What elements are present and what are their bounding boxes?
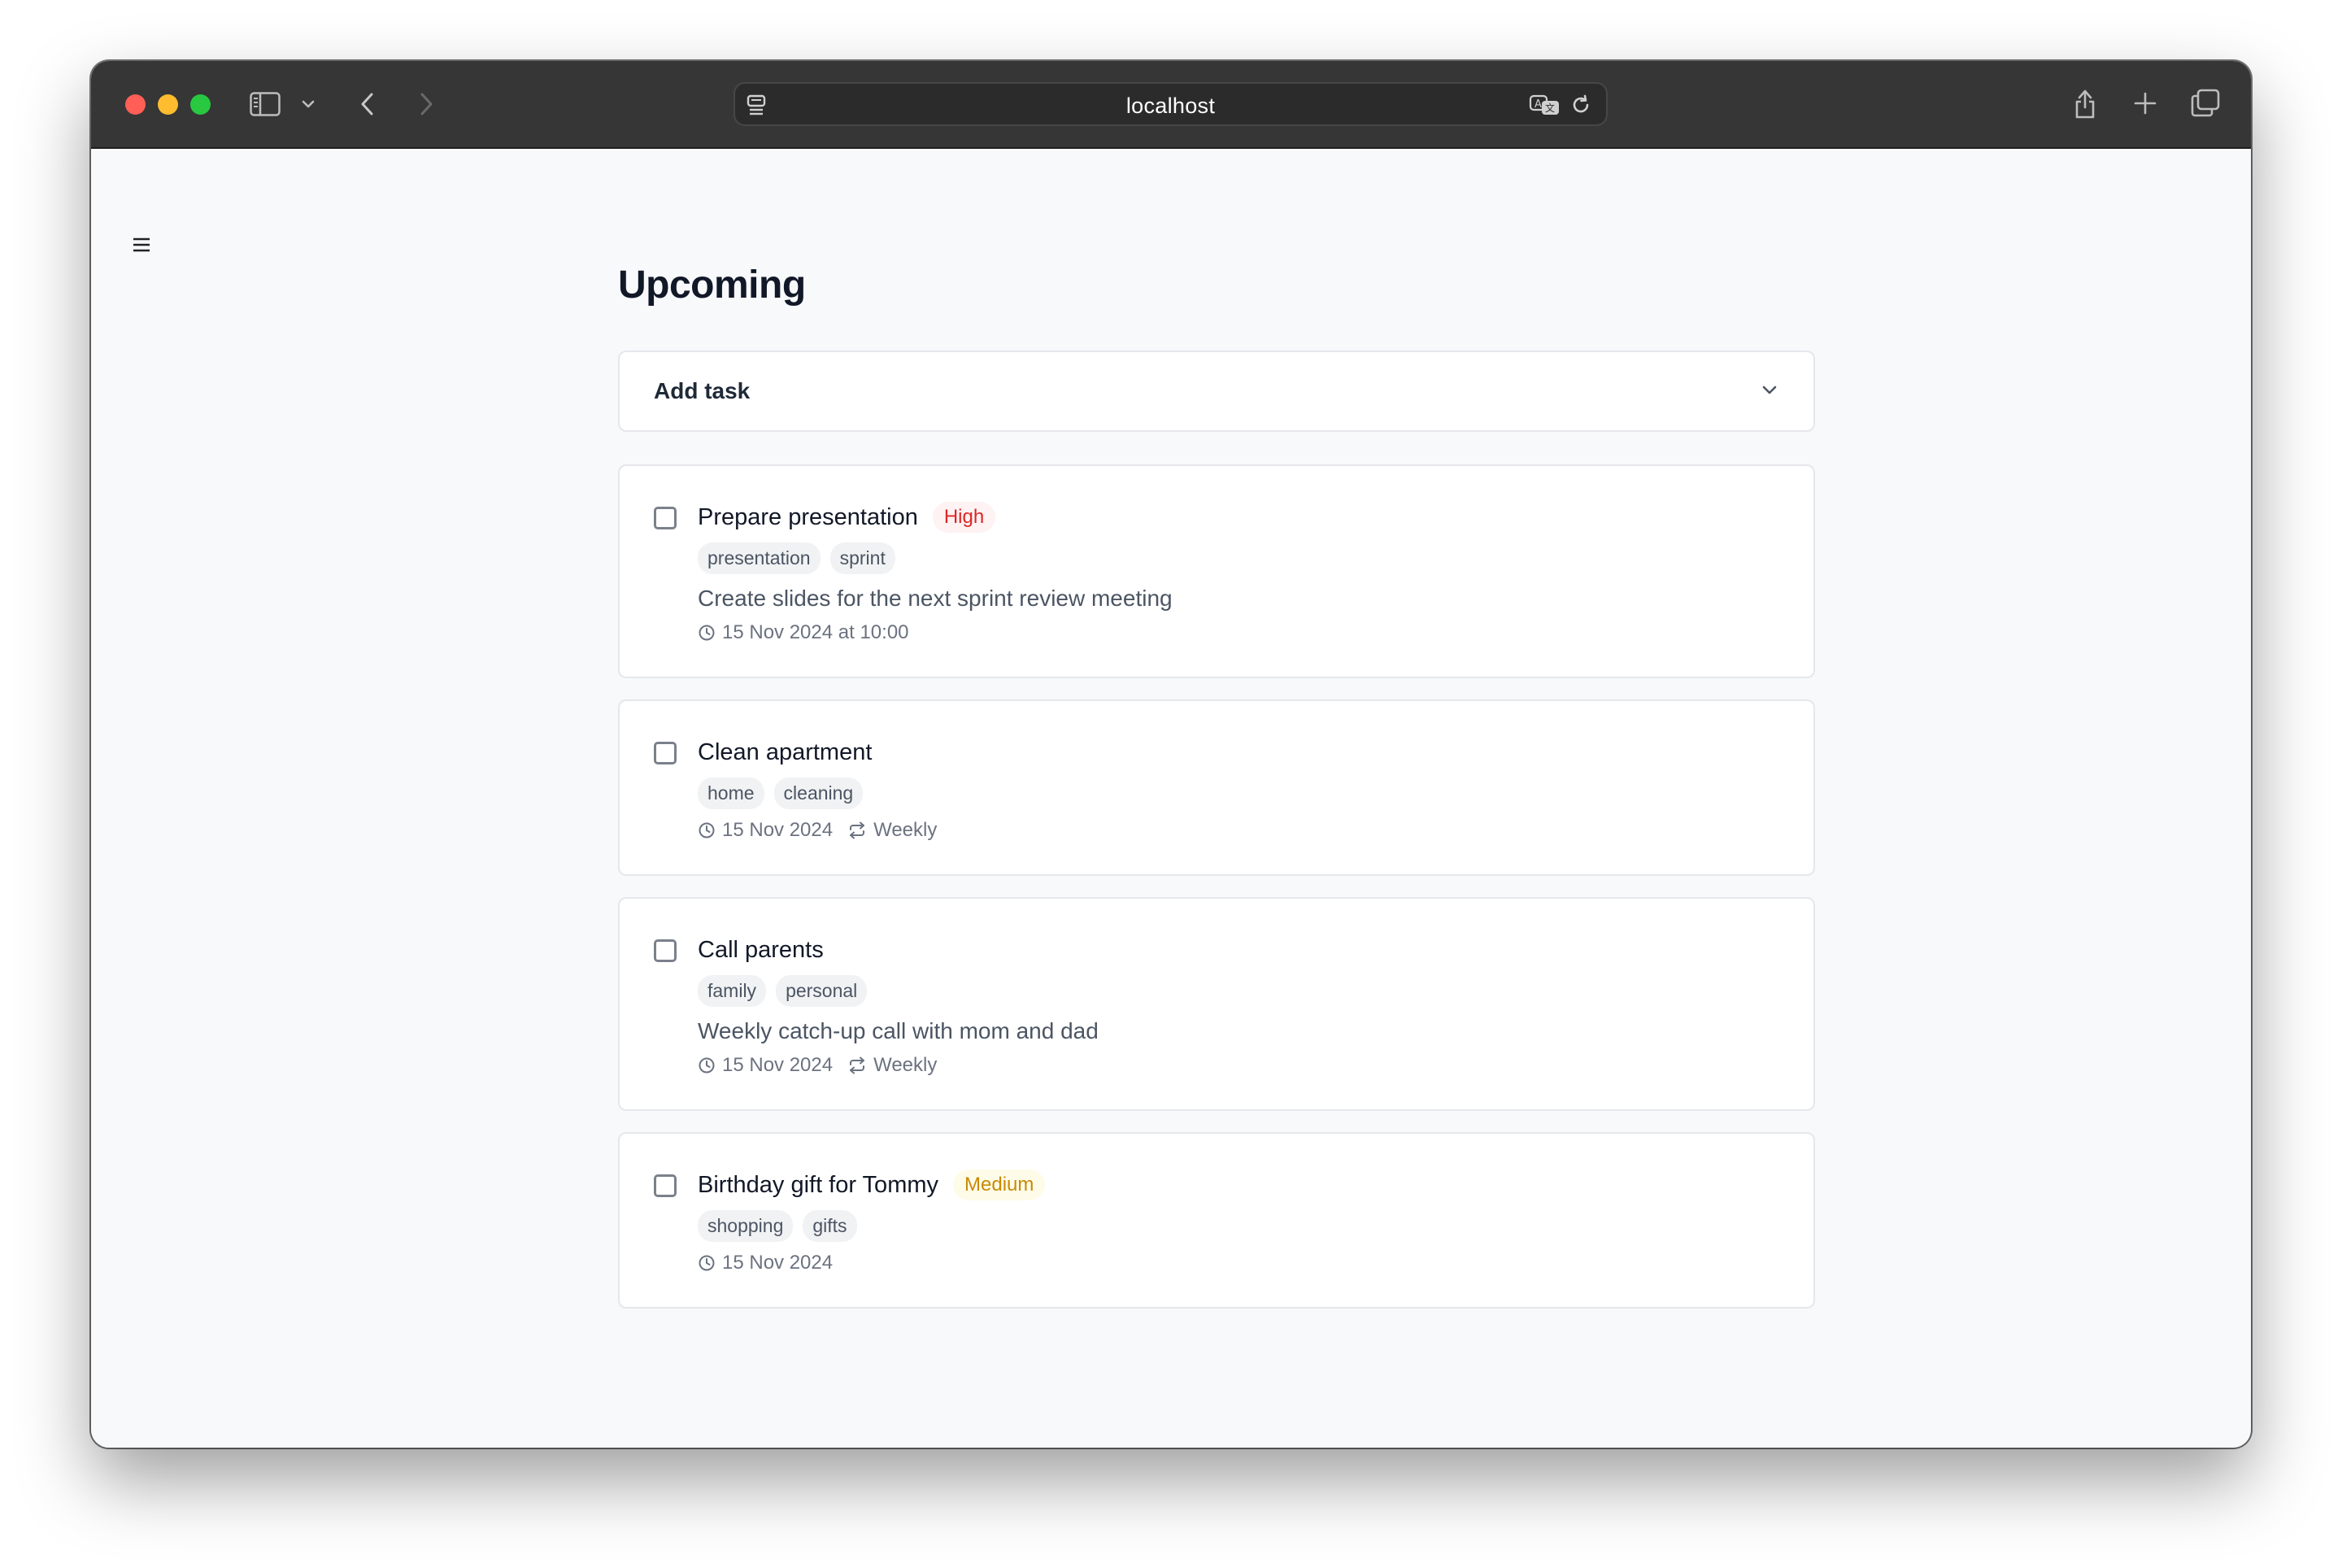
task-header: Birthday gift for Tommy Medium: [698, 1168, 1781, 1202]
tag-chip[interactable]: sprint: [829, 542, 895, 574]
url-text[interactable]: localhost: [735, 94, 1606, 119]
tabs-overview-icon[interactable]: [2189, 87, 2222, 120]
add-task-toggle[interactable]: Add task: [618, 351, 1815, 432]
reload-icon[interactable]: [1569, 94, 1592, 116]
due-date-text: 15 Nov 2024: [722, 819, 834, 841]
tag-chip[interactable]: cleaning: [773, 777, 864, 809]
browser-window: localhost A文 Upcoming Add task Prepare p…: [91, 61, 2251, 1448]
task-checkbox[interactable]: [654, 507, 677, 529]
tag-chip[interactable]: gifts: [803, 1210, 857, 1242]
tag-chip[interactable]: personal: [776, 975, 868, 1007]
svg-text:文: 文: [1545, 102, 1555, 114]
task-title[interactable]: Call parents: [698, 937, 824, 964]
app-content: Upcoming Add task Prepare presentation Hi…: [91, 149, 2251, 1448]
share-icon[interactable]: [2070, 85, 2100, 121]
forward-icon[interactable]: [411, 89, 441, 120]
zoom-window-button[interactable]: [190, 94, 211, 115]
clock-icon: [698, 624, 716, 642]
due-date-text: 15 Nov 2024 at 10:00: [722, 621, 909, 643]
task-meta: 15 Nov 2024: [698, 1252, 1781, 1274]
due-date: 15 Nov 2024: [698, 1252, 833, 1274]
repeat-icon: [847, 821, 867, 839]
add-task-label: Add task: [654, 378, 751, 403]
repeat-info: Weekly: [847, 819, 937, 842]
minimize-window-button[interactable]: [158, 94, 178, 115]
clock-icon: [698, 821, 716, 839]
task-card[interactable]: Call parents family personal Weekly catch-u…: [618, 897, 1815, 1111]
clock-icon: [698, 1056, 716, 1074]
chevron-down-icon[interactable]: [1760, 380, 1779, 403]
task-meta: 15 Nov 2024 at 10:00: [698, 621, 1781, 644]
tag-chip[interactable]: shopping: [698, 1210, 794, 1242]
task-title[interactable]: Clean apartment: [698, 739, 872, 766]
svg-text:A: A: [1534, 98, 1542, 111]
due-date: 15 Nov 2024 at 10:00: [698, 621, 909, 644]
task-meta: 15 Nov 2024 Weekly: [698, 819, 1781, 842]
task-description: Weekly catch-up call with mom and dad: [698, 1018, 1099, 1043]
due-date: 15 Nov 2024: [698, 1054, 833, 1077]
tag-chip[interactable]: presentation: [698, 542, 821, 574]
sidebar-icon[interactable]: [249, 89, 281, 120]
tag-list: home cleaning: [698, 777, 1781, 809]
task-header: Prepare presentation High: [698, 500, 1781, 534]
translate-icon[interactable]: A文: [1529, 93, 1561, 117]
due-date: 15 Nov 2024: [698, 819, 833, 842]
address-bar[interactable]: localhost A文: [734, 82, 1608, 126]
chevron-down-icon[interactable]: [299, 95, 317, 113]
task-meta: 15 Nov 2024 Weekly: [698, 1054, 1781, 1077]
repeat-info: Weekly: [847, 1054, 937, 1077]
task-checkbox[interactable]: [654, 742, 677, 764]
tag-chip[interactable]: home: [698, 777, 764, 809]
task-header: Call parents: [698, 933, 1781, 967]
close-window-button[interactable]: [125, 94, 146, 115]
tag-chip[interactable]: family: [698, 975, 767, 1007]
due-date-text: 15 Nov 2024: [722, 1252, 834, 1274]
task-list: Prepare presentation High presentation spri…: [618, 464, 1815, 1330]
tag-list: shopping gifts: [698, 1210, 1781, 1242]
task-card[interactable]: Clean apartment home cleaning 15 Nov 2024 We…: [618, 699, 1815, 876]
due-date-text: 15 Nov 2024: [722, 1054, 834, 1076]
back-icon[interactable]: [353, 89, 382, 120]
hamburger-menu-icon[interactable]: [130, 233, 153, 256]
task-title[interactable]: Birthday gift for Tommy: [698, 1172, 938, 1199]
repeat-text: Weekly: [873, 819, 938, 841]
task-card[interactable]: Prepare presentation High presentation spri…: [618, 464, 1815, 678]
priority-badge: Medium: [953, 1169, 1046, 1200]
browser-toolbar: localhost A文: [91, 61, 2251, 149]
tag-list: family personal: [698, 975, 1781, 1007]
page-title: Upcoming: [618, 264, 806, 307]
task-title[interactable]: Prepare presentation: [698, 504, 918, 531]
repeat-text: Weekly: [873, 1054, 938, 1076]
task-description: Create slides for the next sprint review…: [698, 586, 1173, 611]
tag-list: presentation sprint: [698, 542, 1781, 574]
task-card[interactable]: Birthday gift for Tommy Medium shopping gif…: [618, 1132, 1815, 1309]
new-tab-icon[interactable]: [2131, 89, 2160, 118]
priority-badge: High: [932, 502, 996, 533]
task-checkbox[interactable]: [654, 1174, 677, 1197]
task-checkbox[interactable]: [654, 939, 677, 962]
clock-icon: [698, 1254, 716, 1272]
task-header: Clean apartment: [698, 735, 1781, 769]
repeat-icon: [847, 1056, 867, 1074]
